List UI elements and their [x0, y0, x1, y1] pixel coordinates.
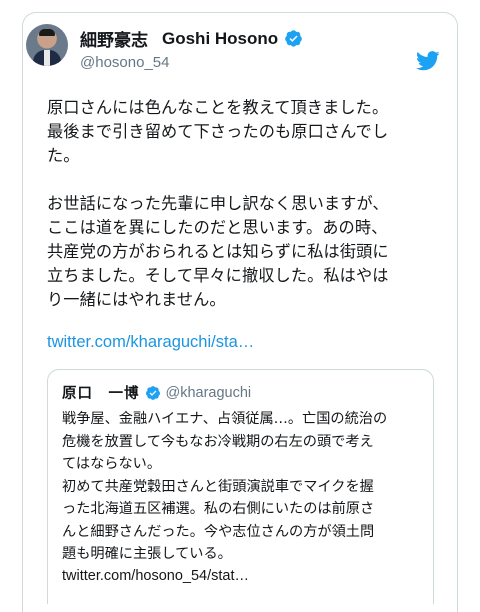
author-display-name[interactable]: 細野豪志 Goshi Hosono	[80, 26, 303, 51]
quoted-tweet-text: 戦争屋、金融ハイエナ、占領従属…。亡国の統治の 危機を放置して今もなお冷戦期の右…	[62, 411, 388, 562]
author-avatar[interactable]	[26, 24, 68, 66]
quoted-tweet-header: 原口 一博 @kharaguchi	[62, 382, 251, 403]
quoted-tweet-link[interactable]: twitter.com/hosono_54/stat…	[62, 568, 249, 584]
quoted-author-handle[interactable]: @kharaguchi	[166, 385, 252, 401]
verified-badge-icon	[145, 385, 160, 400]
quoted-author-name[interactable]: 原口 一博	[62, 382, 140, 403]
tweet-paragraph-1: 原口さんには色んなことを教えて頂きました。 最後まで引き留めて下さったのも原口さ…	[47, 98, 389, 165]
tweet-link[interactable]: twitter.com/kharaguchi/sta…	[47, 333, 254, 352]
quoted-tweet[interactable]: 原口 一博 @kharaguchi 戦争屋、金融ハイエナ、占領従属…。亡国の統治…	[47, 369, 434, 604]
author-name-jp[interactable]: 細野豪志	[80, 26, 148, 51]
twitter-bird-icon[interactable]	[416, 51, 440, 71]
tweet-text: 原口さんには色んなことを教えて頂きました。 最後まで引き留めて下さったのも原口さ…	[47, 96, 442, 312]
tweet-paragraph-2: お世話になった先輩に申し訳なく思いますが、 ここは道を異にしたのだと思います。あ…	[47, 194, 389, 309]
verified-badge-icon	[285, 30, 302, 47]
author-names: 細野豪志 Goshi Hosono @hosono_54	[80, 26, 303, 71]
author-handle[interactable]: @hosono_54	[80, 54, 303, 71]
tweet-header: 細野豪志 Goshi Hosono @hosono_54	[26, 24, 440, 84]
author-name-en[interactable]: Goshi Hosono	[162, 29, 278, 49]
